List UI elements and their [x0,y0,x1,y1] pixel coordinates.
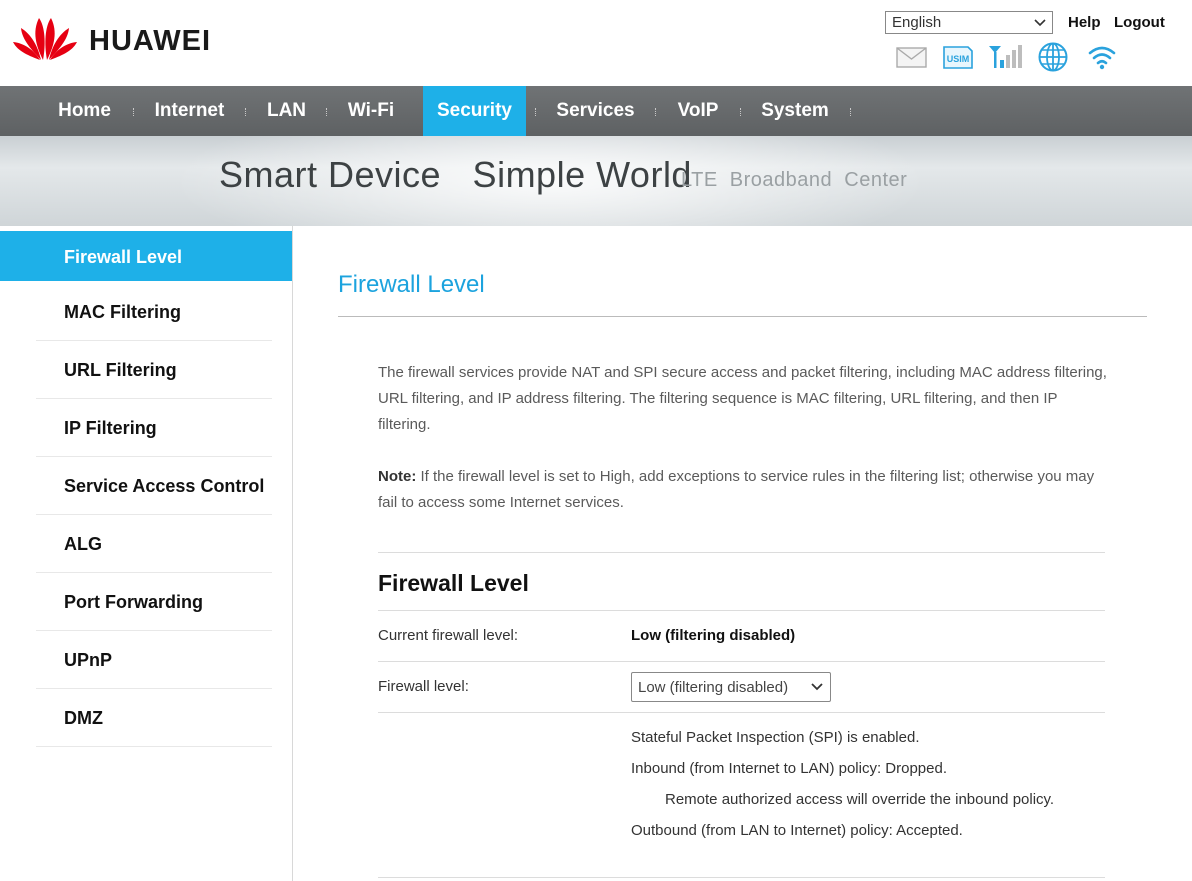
note-text: If the firewall level is set to High, ad… [378,468,1095,511]
sidebar-item-label: UPnP [64,650,113,670]
nav-system[interactable]: System [749,86,841,136]
logout-link[interactable]: Logout [1114,14,1165,31]
banner-subtitle: LTE Broadband Center [681,169,908,191]
sidebar-item-firewall-level[interactable]: Firewall Level [0,231,292,281]
sidebar-item-label: DMZ [64,708,103,728]
mail-icon[interactable] [896,47,927,68]
nav-separator [850,108,853,116]
brand-name: HUAWEI [89,25,211,57]
current-level-value: Low (filtering disabled) [631,627,796,644]
nav-voip[interactable]: VoIP [665,86,731,136]
sidebar-item-port-forwarding[interactable]: Port Forwarding [0,573,292,631]
sidebar-item-upnp[interactable]: UPnP [0,631,292,689]
language-select[interactable]: English [885,11,1053,34]
huawei-petal-icon [13,18,77,60]
row-divider [378,712,1105,713]
header: HUAWEI English Help Logout USIM [0,0,1192,86]
sidebar-item-label: MAC Filtering [64,302,181,322]
usim-label: USIM [947,54,970,64]
nav-separator [133,108,136,116]
section-title: Firewall Level [378,570,529,596]
sidebar-item-label: Firewall Level [64,247,183,267]
section-divider [378,610,1105,611]
spi-status-text: Stateful Packet Inspection (SPI) is enab… [631,729,920,746]
usim-icon[interactable]: USIM [942,45,974,70]
nav-separator [245,108,248,116]
nav-lan[interactable]: LAN [255,86,318,136]
section-divider [378,552,1105,553]
nav-separator [740,108,743,116]
globe-icon[interactable] [1038,42,1068,72]
sidebar-item-alg[interactable]: ALG [0,515,292,573]
nav-security[interactable]: Security [423,86,526,136]
inbound-policy-text: Inbound (from Internet to LAN) policy: D… [631,760,947,777]
sidebar-item-ip-filtering[interactable]: IP Filtering [0,399,292,457]
firewall-level-select[interactable]: Low (filtering disabled) [631,672,831,702]
chevron-down-icon [1034,19,1046,27]
page-title: Firewall Level [338,271,485,298]
sidebar-item-mac-filtering[interactable]: MAC Filtering [0,283,292,341]
language-value: English [892,14,942,31]
note-label: Note: [378,468,417,485]
divider [36,746,272,747]
banner-slogan: Smart Device Simple World [219,154,692,195]
sidebar-item-label: ALG [64,534,102,554]
current-level-label: Current firewall level: [378,627,519,644]
sidebar-item-label: Port Forwarding [64,592,203,612]
nav-separator [655,108,658,116]
firewall-note: Note: If the firewall level is set to Hi… [378,464,1108,516]
firewall-description: The firewall services provide NAT and SP… [378,364,1107,433]
firewall-level-value: Low (filtering disabled) [638,679,789,696]
nav-home[interactable]: Home [43,86,126,136]
help-link[interactable]: Help [1068,14,1101,31]
banner: Smart Device Simple World LTE Broadband … [0,136,1192,226]
chevron-down-icon [811,683,823,691]
nav-internet[interactable]: Internet [142,86,237,136]
nav-separator [326,108,329,116]
nav-wifi[interactable]: Wi-Fi [336,86,406,136]
row-divider [378,877,1105,878]
sidebar-item-url-filtering[interactable]: URL Filtering [0,341,292,399]
sidebar-item-label: Service Access Control [64,476,265,496]
wifi-icon[interactable] [1088,44,1116,70]
sidebar-item-label: URL Filtering [64,360,177,380]
sidebar-item-label: IP Filtering [64,418,157,438]
nav-separator [535,108,538,116]
nav-services[interactable]: Services [544,86,647,136]
sidebar-item-service-access-control[interactable]: Service Access Control [0,457,292,515]
title-divider [338,316,1147,317]
sidebar-item-dmz[interactable]: DMZ [0,689,292,747]
firewall-level-label: Firewall level: [378,678,469,695]
main-nav: Home Internet LAN Wi-Fi Security Service… [0,86,1192,136]
signal-icon[interactable] [988,44,1024,70]
remote-access-text: Remote authorized access will override t… [665,791,1055,808]
outbound-policy-text: Outbound (from LAN to Internet) policy: … [631,822,963,839]
row-divider [378,661,1105,662]
